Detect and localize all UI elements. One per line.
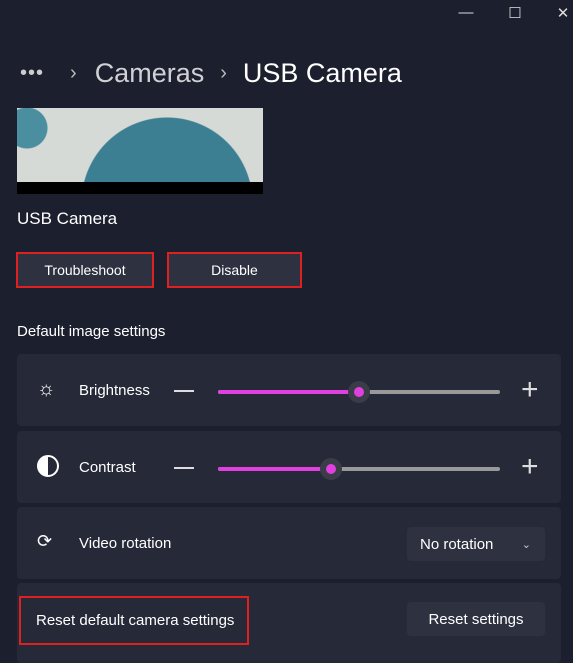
camera-name: USB Camera	[17, 209, 118, 228]
sun-icon: ☼	[37, 378, 56, 400]
contrast-row: Contrast +	[17, 431, 561, 503]
chevron-right-icon: ›	[220, 62, 227, 84]
reset-settings-button[interactable]: Reset settings	[407, 602, 545, 636]
maximize-button[interactable]: ☐	[505, 4, 525, 22]
section-title: Default image settings	[17, 323, 166, 340]
disable-button[interactable]: Disable	[167, 252, 302, 288]
contrast-icon	[37, 455, 59, 477]
contrast-decrease-button[interactable]	[174, 467, 194, 469]
brightness-slider[interactable]	[218, 381, 500, 403]
brightness-decrease-button[interactable]	[174, 390, 194, 392]
brightness-label: Brightness	[79, 382, 150, 399]
slider-thumb[interactable]	[319, 458, 342, 480]
rotation-value: No rotation	[420, 535, 494, 553]
close-button[interactable]: ✕	[553, 4, 573, 22]
video-rotation-row: ⟳ Video rotation No rotation ⌄	[17, 507, 561, 579]
page-title: USB Camera	[242, 58, 402, 88]
camera-preview	[17, 108, 263, 194]
chevron-down-icon: ⌄	[521, 538, 531, 551]
contrast-slider[interactable]	[218, 458, 500, 480]
more-icon[interactable]: •••	[20, 62, 44, 85]
contrast-label: Contrast	[79, 459, 136, 476]
video-rotation-label: Video rotation	[79, 535, 172, 552]
minimize-button[interactable]: —	[456, 4, 476, 21]
breadcrumb-cameras[interactable]: Cameras	[95, 58, 205, 89]
breadcrumb: ••• › Cameras › USB Camera	[20, 58, 402, 89]
rotate-camera-icon: ⟳	[37, 531, 53, 551]
brightness-row: ☼ Brightness +	[17, 354, 561, 426]
brightness-increase-button[interactable]: +	[521, 375, 539, 405]
troubleshoot-button[interactable]: Troubleshoot	[16, 252, 154, 288]
contrast-increase-button[interactable]: +	[521, 452, 539, 482]
rotation-dropdown[interactable]: No rotation ⌄	[407, 527, 545, 561]
reset-row: Reset default camera settings Reset sett…	[17, 583, 561, 663]
reset-label: Reset default camera settings	[19, 596, 249, 645]
chevron-right-icon: ›	[70, 62, 77, 84]
slider-thumb[interactable]	[348, 381, 370, 403]
